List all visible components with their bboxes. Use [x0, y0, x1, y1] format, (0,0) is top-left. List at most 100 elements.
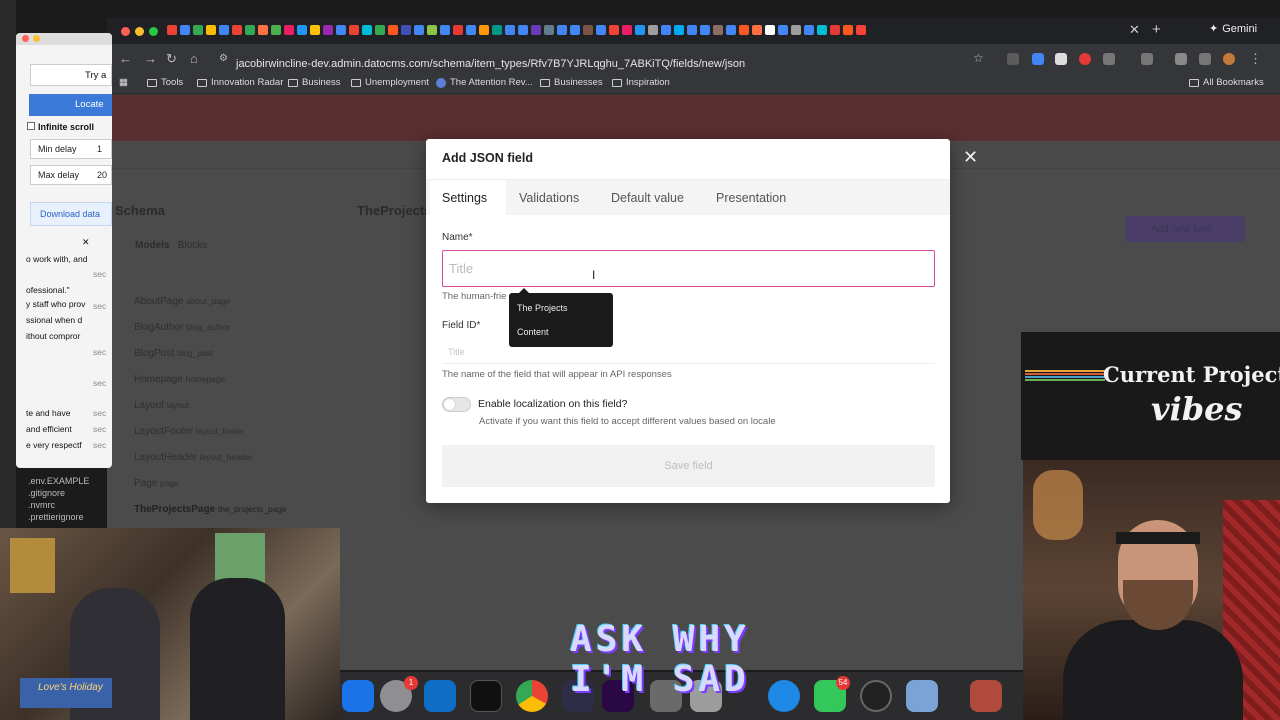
- stream-caption: ASK WHY I'M SAD: [570, 619, 750, 700]
- tab-search-icon[interactable]: [1141, 53, 1153, 65]
- name-input[interactable]: [442, 250, 935, 287]
- profile-avatar[interactable]: [1223, 53, 1235, 65]
- download-data-button[interactable]: Download data: [30, 202, 112, 226]
- bookmark-folder-unemployment[interactable]: Unemployment: [351, 77, 429, 88]
- file-item[interactable]: .prettierignore: [28, 512, 89, 522]
- checkbox[interactable]: [27, 122, 35, 130]
- webcam-feed-right: [1023, 460, 1280, 720]
- file-item[interactable]: .nvmrc: [28, 500, 89, 510]
- sidebar-icon[interactable]: [1199, 53, 1211, 65]
- terminal-icon[interactable]: [470, 680, 502, 712]
- app-store-icon[interactable]: [342, 680, 374, 712]
- extension-icon[interactable]: [1032, 53, 1044, 65]
- folder-icon: [147, 78, 157, 87]
- localization-label: Enable localization on this field?: [478, 398, 628, 410]
- folder-icon: [1189, 78, 1199, 87]
- photo-booth-icon[interactable]: [970, 680, 1002, 712]
- add-new-field-button[interactable]: Add new field: [1125, 216, 1245, 242]
- vscode-icon[interactable]: [424, 680, 456, 712]
- model-item[interactable]: BlogAuthor blog_author: [134, 322, 230, 333]
- back-icon[interactable]: ←: [119, 51, 132, 66]
- save-field-button[interactable]: Save field: [442, 445, 935, 487]
- all-bookmarks-folder[interactable]: All Bookmarks: [1189, 77, 1264, 88]
- bookmark-attention-rev[interactable]: The Attention Rev...: [436, 77, 533, 88]
- models-tab[interactable]: Models Blocks: [135, 240, 207, 251]
- model-item-active[interactable]: TheProjectsPage the_projects_page: [134, 504, 286, 515]
- close-modal-icon[interactable]: ✕: [963, 148, 978, 166]
- person: [190, 578, 285, 720]
- notification-badge: 54: [836, 676, 850, 690]
- bookmark-folder-business[interactable]: Business: [288, 77, 341, 88]
- menu-dots-icon[interactable]: ⋮: [1249, 51, 1262, 67]
- file-tree: .env.EXAMPLE .gitignore .nvmrc .prettier…: [28, 476, 89, 524]
- bookmark-folder-innovation-radar[interactable]: Innovation Radar: [197, 77, 283, 88]
- folder-icon: [197, 78, 207, 87]
- preview-icon[interactable]: [906, 680, 938, 712]
- download-icon[interactable]: [1175, 53, 1187, 65]
- gemini-button[interactable]: ✦ Gemini: [1209, 22, 1257, 36]
- tab-validations[interactable]: Validations: [519, 191, 579, 205]
- tab-settings[interactable]: Settings: [442, 191, 487, 205]
- folder-icon: [612, 78, 622, 87]
- model-item[interactable]: Homepage homepage: [134, 374, 225, 385]
- tab-presentation[interactable]: Presentation: [716, 191, 786, 205]
- extension-icon[interactable]: [1055, 53, 1067, 65]
- model-item[interactable]: AboutPage about_page: [134, 296, 230, 307]
- tab-close-icon[interactable]: ✕: [1129, 22, 1140, 38]
- model-item[interactable]: LayoutHeader layout_header: [134, 452, 252, 463]
- close-icon[interactable]: ✕: [82, 237, 90, 248]
- pinned-tabs[interactable]: [167, 25, 866, 37]
- try-button[interactable]: Try a: [30, 64, 112, 86]
- scraper-extension-window: Try a Locate Infinite scroll Min delay 1…: [16, 33, 112, 468]
- locate-button[interactable]: Locate: [29, 94, 112, 116]
- field-id-hint: The name of the field that will appear i…: [442, 369, 672, 380]
- field-id-label: Field ID*: [442, 320, 481, 331]
- model-item[interactable]: BlogPost blog_post: [134, 348, 213, 359]
- file-item[interactable]: .gitignore: [28, 488, 89, 498]
- desktop-edge: [0, 0, 16, 530]
- localization-toggle[interactable]: [442, 397, 471, 412]
- model-item[interactable]: Page page: [134, 478, 179, 489]
- extensions-puzzle-icon[interactable]: [1103, 53, 1115, 65]
- model-item[interactable]: LayoutFooter layout_footer: [134, 426, 244, 437]
- tab-default-value[interactable]: Default value: [611, 191, 684, 205]
- text-cursor-icon: I: [592, 268, 596, 282]
- new-tab-icon[interactable]: +: [1152, 21, 1161, 38]
- retro-stripes: [1025, 370, 1105, 385]
- minimize-window-button[interactable]: [33, 35, 40, 42]
- apps-grid-icon[interactable]: ▦: [119, 77, 128, 88]
- schema-heading: Schema: [115, 203, 165, 218]
- model-item[interactable]: Layout layout: [134, 400, 189, 411]
- forward-icon[interactable]: →: [144, 51, 157, 66]
- bookmark-folder-businesses[interactable]: Businesses: [540, 77, 603, 88]
- minimize-window-button[interactable]: [135, 27, 144, 36]
- current-project-vibes-overlay: Current Project vibes: [1021, 332, 1280, 460]
- extension-icon[interactable]: [1079, 53, 1091, 65]
- tab-strip: ✕ + ✦ Gemini: [107, 18, 1280, 44]
- browser-toolbar: ← → ↻ ⌂ ⚙ jacobirwincline-dev.admin.dato…: [107, 44, 1280, 74]
- min-delay-input[interactable]: 1: [97, 144, 102, 154]
- name-label: Name*: [442, 232, 473, 243]
- suggestion-item[interactable]: Content: [517, 327, 549, 337]
- home-icon[interactable]: ⌂: [190, 51, 198, 66]
- infinite-scroll-option[interactable]: Infinite scroll: [27, 122, 94, 132]
- address-bar[interactable]: jacobirwincline-dev.admin.datocms.com/sc…: [236, 58, 745, 70]
- max-delay-input[interactable]: 20: [97, 170, 107, 180]
- reload-icon[interactable]: ↻: [166, 51, 177, 67]
- maximize-window-button[interactable]: [149, 27, 158, 36]
- extension-icon[interactable]: [1007, 53, 1019, 65]
- close-window-button[interactable]: [22, 35, 29, 42]
- suggestion-item[interactable]: The Projects: [517, 303, 568, 313]
- close-window-button[interactable]: [121, 27, 130, 36]
- site-info-icon[interactable]: ⚙: [219, 53, 228, 64]
- obs-icon[interactable]: [860, 680, 892, 712]
- file-item[interactable]: .env.EXAMPLE: [28, 476, 89, 486]
- bookmark-folder-tools[interactable]: Tools: [147, 77, 183, 88]
- bookmark-folder-inspiration[interactable]: Inspiration: [612, 77, 670, 88]
- bookmark-star-icon[interactable]: ☆: [973, 51, 984, 65]
- min-delay-row: Min delay 1: [30, 139, 112, 159]
- bookmarks-bar: ▦ Tools Innovation Radar Business Unempl…: [107, 74, 1280, 94]
- modal-title: Add JSON field: [442, 151, 533, 165]
- cms-header: [107, 95, 1280, 141]
- record-sleeve: Love's Holiday: [20, 678, 112, 708]
